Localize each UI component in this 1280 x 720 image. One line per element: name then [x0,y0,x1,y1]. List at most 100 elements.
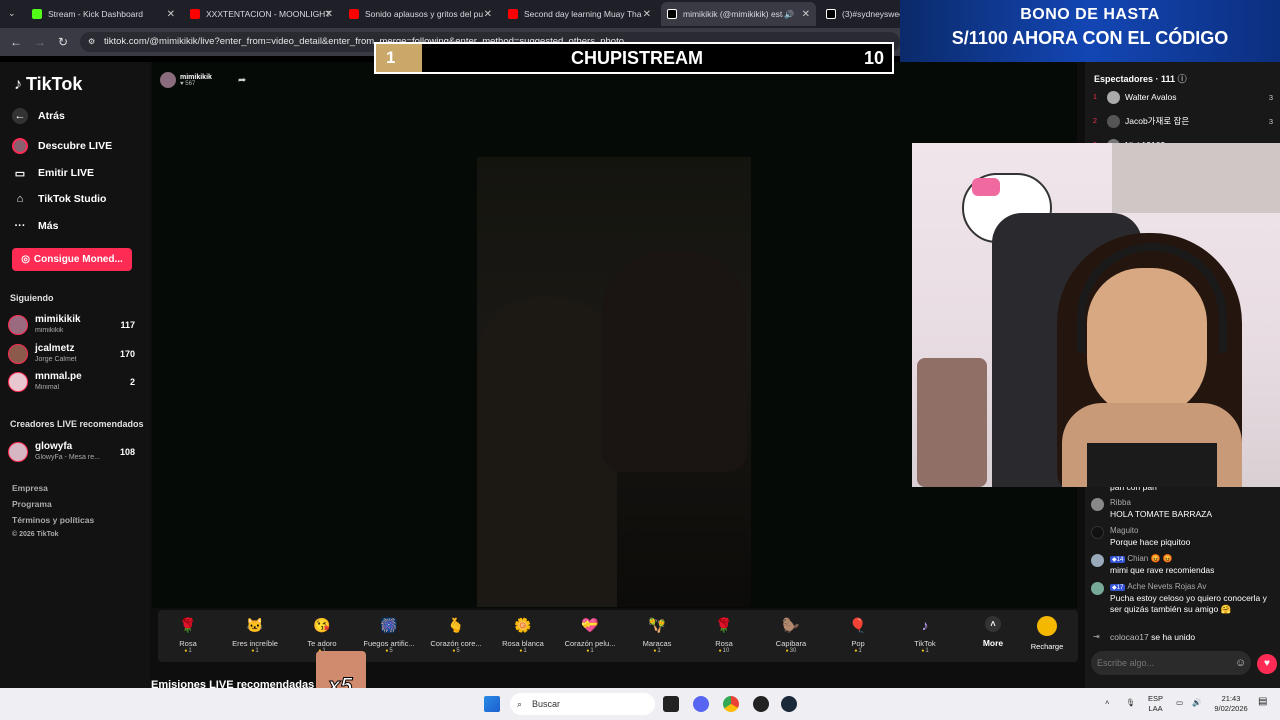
tab-youtube-moonlight[interactable]: XXXTENTACION - MOONLIGHT ✕ [184,2,339,26]
volume-icon[interactable]: 🔊 [1192,698,1201,708]
viewer-row[interactable]: 1 Walter Avalos 3 [1093,88,1273,106]
steam-icon[interactable] [781,696,797,712]
clock[interactable]: 21:43 9/02/2026 [1210,694,1252,714]
level-badge-value: 17 [1116,585,1124,591]
gift-combo-sticker: x5 [316,651,366,699]
avatar [1091,498,1104,511]
nav-discover-live[interactable]: Descubre LIVE [12,138,112,154]
footer-link-terms[interactable]: Términos y políticas [12,515,94,525]
avatar [1107,114,1120,128]
host-info[interactable]: mimikikik ♥ 567 ➦ [160,72,246,88]
following-item[interactable]: mimikikik mimikikik 117 [8,312,138,338]
avatar [8,344,28,364]
close-icon[interactable]: ✕ [484,9,492,20]
maracas-icon: 🪇 [648,616,666,633]
speaker-icon[interactable]: 🔊 [784,10,794,19]
taskbar-search[interactable]: ⌕ Buscar [510,693,655,715]
following-header: Siguiendo [10,293,54,303]
viewers-title: Espectadores · 111 ⓘ [1094,72,1187,85]
get-coins-button[interactable]: ◎ Consigue Moned... [12,248,132,271]
tab-kick-dashboard[interactable]: Stream - Kick Dashboard ✕ [26,2,181,26]
tiktok-logo[interactable]: ♪ TikTok [14,74,82,95]
user-subtitle: Jorge Calmet [35,356,77,363]
user-name: mimikikik [35,314,81,325]
forward-icon[interactable]: → [34,35,46,49]
gift-item[interactable]: 🪇 Maracas 1 [626,614,688,655]
nav-more[interactable]: ··· Más [12,218,59,234]
microphone-icon[interactable]: 🎙 [1126,698,1136,708]
close-icon[interactable]: ✕ [167,9,175,20]
language-indicator[interactable]: ESP LAA [1148,694,1163,714]
footer-link-empresa[interactable]: Empresa [12,483,48,493]
emoji-icon[interactable]: ☺ [1235,657,1246,669]
obs-icon[interactable] [753,696,769,712]
viewers-title-text: Espectadores · 111 [1094,74,1176,84]
score-title: CHUPISTREAM [570,48,703,68]
nav-back[interactable]: ← Atrás [12,108,65,124]
level-badge-value: 14 [1116,557,1124,563]
gift-item[interactable]: 🦫 Capibara 30 [760,614,822,655]
youtube-icon [190,9,200,19]
gift-item[interactable]: 😘 Te adoro 1 [291,614,353,655]
close-icon[interactable]: ✕ [802,9,810,20]
fireworks-icon: 🎆 [380,616,398,633]
gift-item[interactable]: 🎈 Pop 1 [827,614,889,655]
viewer-row[interactable]: 2 Jacob가재로 잡은 3 [1093,112,1273,130]
site-info-icon[interactable]: ⚙ [88,32,95,52]
gift-item[interactable]: 🌹 Rosa 10 [693,614,755,655]
windows-start-icon[interactable] [484,696,500,712]
avatar [1091,526,1104,539]
gift-name: Eres increíble [232,639,278,648]
gift-item[interactable]: 🌼 Rosa blanca 1 [492,614,554,655]
close-icon[interactable]: ✕ [325,9,333,20]
more-gifts-button[interactable]: ˄ More [973,616,1013,648]
tab-youtube-muay-thai[interactable]: Second day learning Muay Tha ✕ [502,2,657,26]
gift-name: Te adoro [307,639,337,648]
chrome-icon[interactable] [723,696,739,712]
reload-icon[interactable]: ↻ [58,35,68,49]
nav-go-live[interactable]: ▭ Emitir LIVE [12,165,94,181]
gift-name: Corazón pelu... [564,639,616,648]
footer-link-programa[interactable]: Programa [12,499,52,509]
discord-icon[interactable] [693,696,709,712]
nav-label: Emitir LIVE [38,167,95,179]
gift-item[interactable]: 🎆 Fuegos artific... 5 [358,614,420,655]
share-icon[interactable]: ➦ [238,75,246,86]
tab-tiktok-sydney[interactable]: (3)#sydneysweer [820,2,905,26]
gift-item[interactable]: 🌹 Rosa 1 [157,614,219,655]
stream-video-frame [477,157,751,607]
tab-tiktok-live[interactable]: mimikikik (@mimikikik) está 🔊 ✕ [661,2,816,26]
gift-item[interactable]: 🐱 Eres increíble 1 [224,614,286,655]
rose-icon: 🌹 [179,616,197,633]
tab-youtube-aplausos[interactable]: Sonido aplausos y gritos del pu ✕ [343,2,498,26]
task-view-icon[interactable] [663,696,679,712]
tray-chevron-icon[interactable]: ˄ [1105,698,1109,708]
user-name: glowyfa [35,441,73,452]
info-icon[interactable]: ⓘ [1178,74,1187,84]
notification-icon[interactable]: ▤ [1258,697,1267,707]
back-arrow-icon: ← [12,108,28,124]
recommended-item[interactable]: glowyfa GlowyFa - Mesa re... 108 [8,439,138,465]
webcam-overlay [912,143,1280,487]
following-item[interactable]: jcalmetz Jorge Calmet 170 [8,341,138,367]
nav-tiktok-studio[interactable]: ⌂ TikTok Studio [12,191,107,207]
following-item[interactable]: mnmal.pe Minimal 2 [8,369,138,395]
network-icon[interactable]: ▭ [1176,698,1183,708]
gift-price: 5 [425,648,487,654]
gift-item[interactable]: 💝 Corazón pelu... 1 [559,614,621,655]
level-badge: ◆14 [1110,556,1126,563]
gift-item[interactable]: ♪ TikTok 1 [894,614,956,654]
close-icon[interactable]: ✕ [643,9,651,20]
heart-icon[interactable]: ♥ [1257,654,1277,674]
avatar [8,315,28,335]
tab-menu-chevron-icon[interactable]: ⌄ [8,8,16,19]
gift-item[interactable]: 🫰 Corazón core... 5 [425,614,487,655]
recharge-button[interactable]: Recharge [1022,616,1072,651]
gift-name: Pop [851,639,865,648]
tiktok-icon [826,9,836,19]
score-right: 10 [863,48,884,68]
tab-title: Sonido aplausos y gritos del pu [365,9,484,19]
back-icon[interactable]: ← [10,35,22,49]
chat-text: Porque hace piquitoo [1110,537,1191,547]
chat-input[interactable] [1091,651,1251,675]
